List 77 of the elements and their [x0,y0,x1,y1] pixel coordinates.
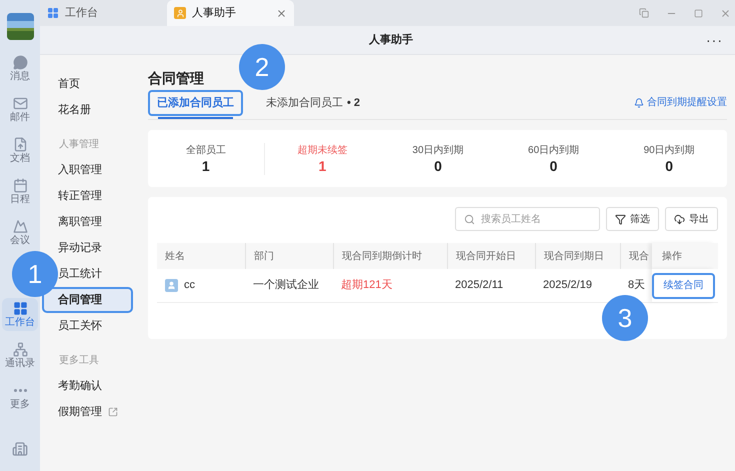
nav-item[interactable]: 离职管理 [58,214,102,230]
window-title: 人事助手 [369,32,413,48]
cloud-download-icon [674,214,685,224]
rail-item[interactable]: 会议 [2,216,38,249]
chat-bubble-icon [12,54,28,70]
nav-item[interactable]: 考勤确认 [58,378,102,394]
column-header: 操作 [662,250,682,264]
table-cell: 2025/2/11 [455,279,504,292]
stat-label: 全部员工 [186,144,226,158]
building-icon[interactable] [12,441,28,457]
table-cell: 一个测试企业 [253,279,319,292]
nav-item[interactable]: 员工关怀 [58,318,102,334]
stat-label: 90日内到期 [644,144,695,158]
table-cell: 2025/2/19 [543,279,592,292]
document-icon [12,136,28,152]
stat-label: 超期未续签 [297,144,348,158]
nav-item[interactable]: 异动记录 [58,240,102,256]
reminder-link[interactable]: 合同到期提醒设置 [634,95,727,110]
maximize-icon[interactable] [694,8,703,18]
step-number-badge: 3 [602,295,648,341]
table-cell: 超期121天 [341,279,392,292]
rail-item[interactable]: 更多 [2,380,38,413]
close-icon[interactable] [720,8,731,18]
stat-value: 0 [434,158,442,174]
stat-value: 0 [665,158,674,174]
renew-contract-link[interactable]: 续签合同 [652,272,715,298]
nav-section-header: 人事管理 [58,138,100,152]
envelope-icon [12,96,28,110]
step-number-badge: 2 [239,44,285,90]
more-icon [14,388,26,392]
page-title: 合同管理 [148,69,205,87]
grid-icon [47,7,59,19]
content-tab[interactable]: 未添加合同员工 • 2 [257,90,370,116]
rail-item[interactable]: 邮件 [2,93,38,126]
calendar-icon [12,178,28,192]
rail-item[interactable]: 文档 [2,134,38,167]
more-menu[interactable]: ··· [706,35,723,45]
filter-icon [615,214,626,224]
person-icon [174,7,186,19]
stat-value: 0 [550,158,558,174]
bell-icon [634,98,644,108]
nav-item[interactable]: 首页 [58,76,80,92]
nav-item[interactable]: 转正管理 [58,188,102,204]
nav-item[interactable]: 员工统计 [58,266,102,282]
nav-item[interactable]: 入职管理 [58,162,102,178]
org-chart-icon [12,342,28,356]
column-header: 现合同到期倒计时 [342,250,422,264]
column-header: 部门 [254,250,274,264]
column-header: 现合同开始日 [456,250,516,264]
rail-item[interactable]: 日程 [2,175,38,208]
content-tab[interactable]: 已添加合同员工 [148,90,243,116]
nav-item[interactable]: 合同管理 [42,287,133,313]
mountain-icon [12,218,28,234]
nav-item[interactable]: 花名册 [58,102,91,118]
rail-item[interactable]: 消息 [2,52,38,85]
export-button[interactable]: 导出 [665,207,718,231]
column-header: 现合同到期日 [544,250,604,264]
rail-item[interactable]: 通讯录 [2,339,38,372]
pop-out-icon[interactable] [639,8,649,18]
column-header: 现合 [629,250,649,264]
grid-icon [12,300,28,316]
stat-value: 1 [202,158,210,174]
table-cell-text: cc [184,278,195,294]
stat-label: 60日内到期 [528,144,580,158]
column-header: 姓名 [165,250,185,264]
filter-button[interactable]: 筛选 [606,207,659,231]
close-icon[interactable] [276,8,287,18]
search-input[interactable]: 搜索员工姓名 [481,212,591,226]
avatar-icon [165,279,178,292]
stat-value: 1 [318,158,326,174]
window-tab[interactable]: 人事助手 [167,0,294,26]
table-cell: 8天 [628,279,646,292]
search-icon [464,214,475,224]
stat-label: 30日内到期 [412,144,464,158]
nav-section-header: 更多工具 [58,354,100,368]
search-field[interactable]: 搜索员工姓名 [455,207,600,231]
nav-item[interactable]: 假期管理 [58,404,102,420]
